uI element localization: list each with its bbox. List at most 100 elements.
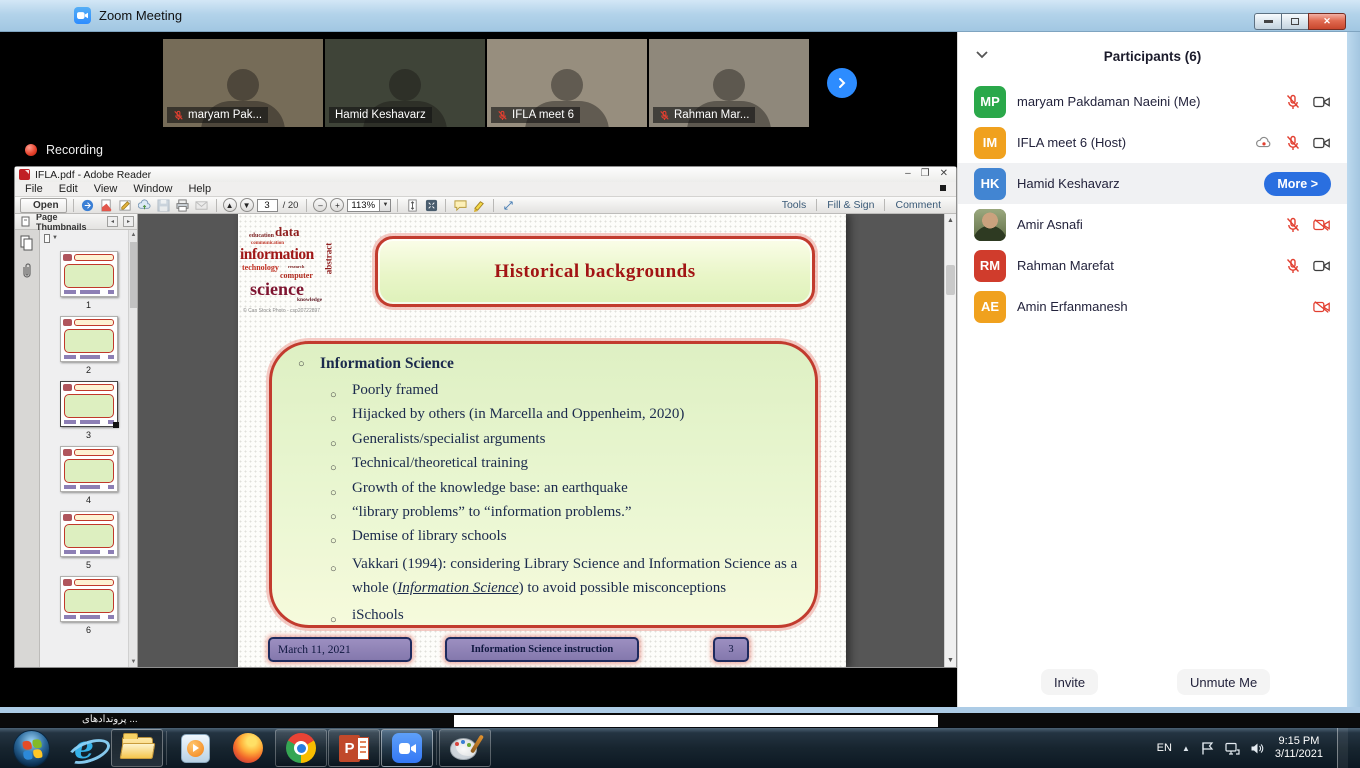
slide-footer-page-number: 3 [713, 637, 749, 662]
language-indicator[interactable]: EN [1157, 742, 1172, 754]
participant-name: Hamid Keshavarz [1017, 176, 1120, 191]
participant-row[interactable]: HK Hamid Keshavarz More > [958, 163, 1347, 204]
internet-explorer-icon[interactable]: e [58, 729, 110, 767]
unmute-me-button[interactable]: Unmute Me [1177, 669, 1270, 695]
participant-row[interactable]: MP maryam Pakdaman Naeini (Me) [958, 81, 1347, 122]
zoom-meeting-window: Zoom Meeting ✕ [0, 0, 1360, 707]
thumbnail-image [60, 511, 118, 557]
zoom-level-select[interactable]: 113% [347, 199, 380, 212]
clock[interactable]: 9:15 PM 3/11/2021 [1275, 735, 1323, 761]
video-tile[interactable]: maryam Pak... [163, 39, 323, 127]
next-page-button[interactable]: ▼ [240, 198, 254, 212]
adobe-restore-button[interactable]: ❐ [921, 168, 930, 179]
mic-muted-icon [173, 110, 184, 121]
windows-explorer-icon[interactable] [111, 729, 163, 767]
volume-icon[interactable] [1250, 741, 1265, 756]
zoom-taskbar-icon[interactable] [381, 729, 433, 767]
page-thumbnail[interactable]: 6 [53, 576, 125, 635]
scroll-mode-icon[interactable] [404, 198, 420, 213]
sidebar-collapse-button[interactable]: ◂ [107, 216, 118, 227]
highlight-pen-icon[interactable] [471, 198, 487, 213]
attachments-paperclip-icon[interactable] [20, 263, 34, 279]
email-icon[interactable] [194, 198, 210, 213]
chevron-down-icon[interactable] [975, 50, 989, 60]
resize-handle-icon[interactable] [500, 198, 516, 213]
menu-item[interactable]: Help [188, 183, 211, 195]
more-button[interactable]: More > [1264, 172, 1331, 196]
participant-name: IFLA meet 6 (Host) [1017, 135, 1126, 150]
sign-icon[interactable] [118, 198, 134, 213]
network-icon[interactable] [1225, 741, 1240, 756]
show-desktop-button[interactable] [1337, 728, 1348, 768]
cloud-upload-icon[interactable] [137, 198, 153, 213]
participant-row[interactable]: RM Rahman Marefat [958, 245, 1347, 286]
open-button[interactable]: Open [20, 198, 67, 213]
menu-item[interactable]: Window [133, 183, 172, 195]
save-as-icon[interactable] [80, 198, 96, 213]
participant-row[interactable]: Amir Asnafi [958, 204, 1347, 245]
participant-row[interactable]: AE Amin Erfanmanesh [958, 286, 1347, 327]
page-thumbnails-icon[interactable] [20, 235, 34, 251]
video-tile[interactable]: Hamid Keshavarz [325, 39, 485, 127]
participant-row[interactable]: IM IFLA meet 6 (Host) [958, 122, 1347, 163]
menu-item[interactable]: View [94, 183, 118, 195]
participant-name-tag: Hamid Keshavarz [329, 107, 432, 123]
page-thumbnail[interactable]: 3 [53, 381, 125, 440]
page-thumbnail[interactable]: 4 [53, 446, 125, 505]
comment-tab[interactable]: Comment [885, 199, 951, 211]
tools-tab[interactable]: Tools [772, 199, 817, 211]
slide-footer-title: Information Science instruction [445, 637, 639, 662]
document-scrollbar[interactable]: ▲▼ [944, 214, 956, 667]
video-tile[interactable]: IFLA meet 6 [487, 39, 647, 127]
thumbnail-page-number: 6 [53, 625, 125, 635]
minimize-button[interactable] [1254, 13, 1281, 30]
taskbar: e P EN ▲ 9:15 PM 3/11/2021 [0, 727, 1360, 768]
previous-page-button[interactable]: ▲ [223, 198, 237, 212]
zoom-titlebar[interactable]: Zoom Meeting ✕ [0, 0, 1360, 32]
participant-name: maryam Pak... [188, 109, 262, 121]
thumbnails-panel: ▼ 1 [40, 230, 137, 667]
start-button[interactable] [5, 729, 57, 767]
window-frame-right [1347, 32, 1360, 707]
thumbnails-scrollbar[interactable]: ▲▼ [128, 230, 137, 667]
firefox-icon[interactable] [222, 729, 274, 767]
zoom-level-caret[interactable]: ▼ [380, 199, 391, 212]
person-silhouette-head [713, 69, 745, 101]
next-videos-button[interactable] [827, 68, 857, 98]
menu-overflow-icon[interactable] [940, 185, 946, 191]
participants-title: Participants (6) [1104, 49, 1202, 64]
system-tray: EN ▲ 9:15 PM 3/11/2021 [1157, 728, 1360, 768]
recording-dot-icon [25, 144, 37, 156]
thumbnail-options-icon[interactable]: ▼ [44, 233, 58, 243]
page-thumbnail[interactable]: 5 [53, 511, 125, 570]
close-button[interactable]: ✕ [1308, 13, 1346, 30]
adobe-titlebar[interactable]: IFLA.pdf - Adobe Reader – ❐ ✕ [15, 167, 956, 182]
video-tile[interactable]: Rahman Mar... [649, 39, 809, 127]
paint-icon[interactable] [439, 729, 491, 767]
maximize-button[interactable] [1281, 13, 1308, 30]
action-center-flag-icon[interactable] [1200, 741, 1215, 756]
page-number-input[interactable]: 3 [257, 199, 278, 212]
media-player-icon[interactable] [169, 729, 221, 767]
powerpoint-icon[interactable]: P [328, 729, 380, 767]
page-thumbnail[interactable]: 2 [53, 316, 125, 375]
print-icon[interactable] [175, 198, 191, 213]
full-screen-icon[interactable] [423, 198, 439, 213]
adobe-minimize-button[interactable]: – [905, 168, 911, 179]
zoom-in-button[interactable]: + [330, 198, 344, 212]
page-thumbnail[interactable]: 1 [53, 251, 125, 310]
menu-item[interactable]: File [25, 183, 43, 195]
menu-item[interactable]: Edit [59, 183, 78, 195]
meeting-stage: maryam Pak... Hamid Keshavarz [0, 32, 957, 707]
sidebar-expand-button[interactable]: ▸ [123, 216, 134, 227]
adobe-close-button[interactable]: ✕ [940, 168, 948, 179]
hidden-icons-arrow[interactable]: ▲ [1182, 744, 1190, 753]
comment-bubble-icon[interactable] [452, 198, 468, 213]
invite-button[interactable]: Invite [1041, 669, 1098, 695]
export-pdf-icon[interactable] [99, 198, 115, 213]
zoom-out-button[interactable]: – [313, 198, 327, 212]
save-icon[interactable] [156, 198, 172, 213]
desktop: Zoom Meeting ✕ [0, 0, 1360, 768]
fill-sign-tab[interactable]: Fill & Sign [817, 199, 884, 211]
chrome-icon[interactable] [275, 729, 327, 767]
